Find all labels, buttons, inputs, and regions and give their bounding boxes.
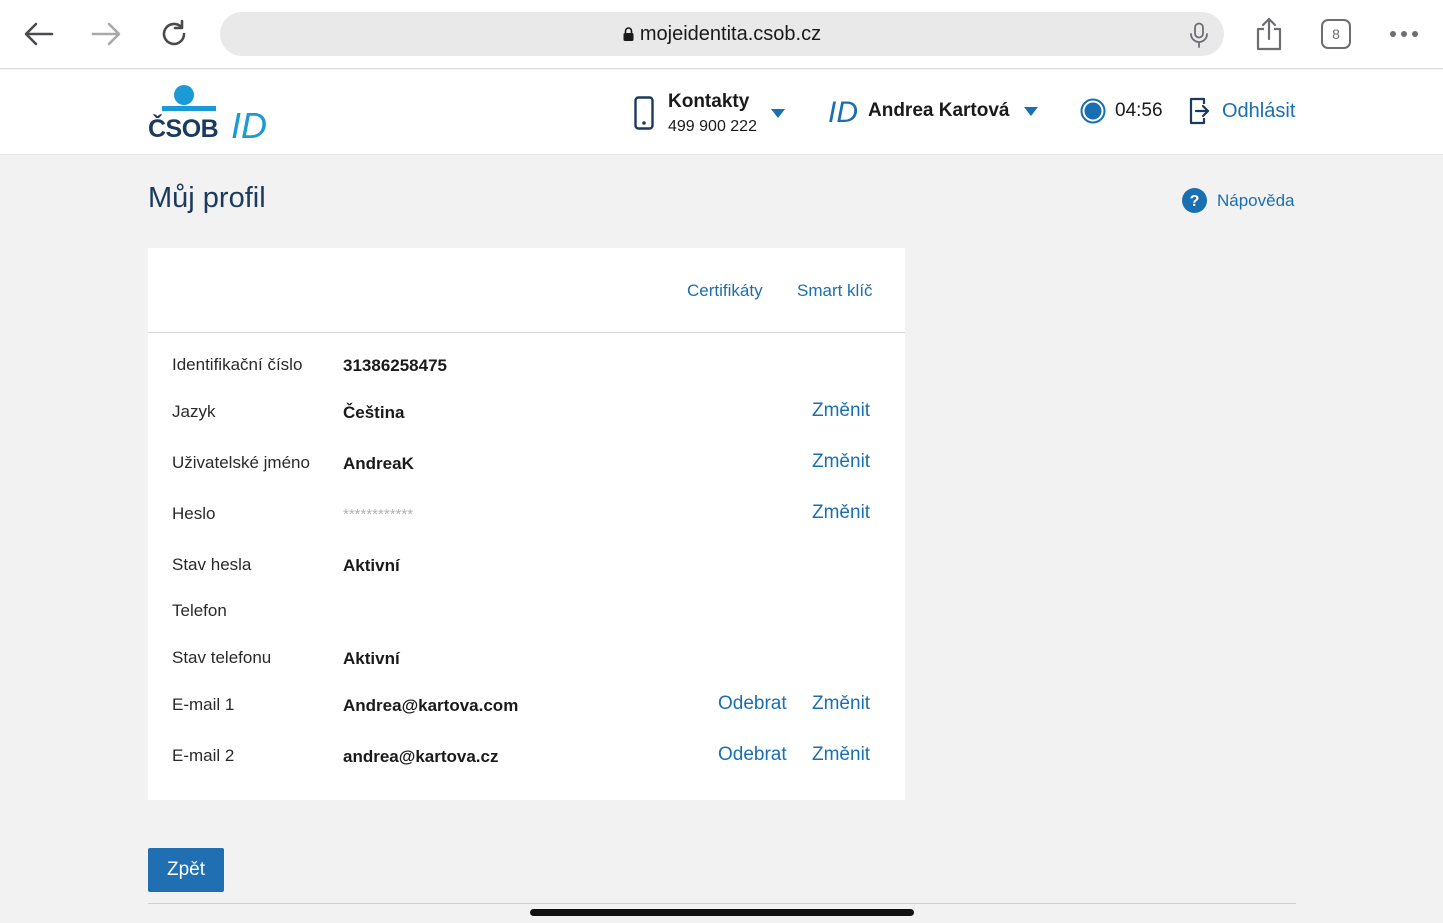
profile-card: Certifikáty Smart klíč Identifikační čís… [148,248,905,800]
contacts-dropdown[interactable]: Kontakty 499 900 222 [634,90,785,136]
row-label: E-mail 2 [172,746,235,765]
url-text: mojeidentita.csob.cz [639,22,822,45]
row-value: Andrea@kartova.com [343,696,519,715]
address-bar[interactable]: mojeidentita.csob.cz [220,12,1224,56]
logout-icon [1189,97,1210,125]
home-indicator[interactable] [530,909,914,916]
change-password-link[interactable]: Změnit [812,502,870,524]
phone-icon [634,96,654,130]
microphone-icon[interactable] [1188,22,1210,53]
profile-row-phone-status: Stav telefonu Aktivní [148,644,905,674]
contacts-label: Kontakty [668,90,750,112]
back-button[interactable]: Zpět [148,848,224,892]
profile-row-email-1: E-mail 1 Andrea@kartova.com Odebrat Změn… [148,691,905,721]
svg-text:ID: ID [828,96,858,126]
tab-smart-key[interactable]: Smart klíč [797,281,873,301]
logout-label: Odhlásit [1222,99,1296,122]
change-username-link[interactable]: Změnit [812,451,870,473]
row-label: Heslo [172,504,216,523]
forward-arrow-icon[interactable] [86,14,126,54]
back-arrow-icon[interactable] [19,14,59,54]
row-label: Jazyk [172,402,216,421]
profile-row-id: Identifikační číslo 31386258475 [148,351,905,381]
site-header: ČSOB ID Kontakty 499 900 222 ID Andrea K… [0,70,1443,155]
change-language-link[interactable]: Změnit [812,400,870,422]
footer-divider [148,903,1296,904]
chevron-down-icon [1023,106,1038,116]
contacts-phone: 499 900 222 [668,117,757,135]
session-timer: 04:56 [1080,98,1163,124]
help-label: Nápověda [1217,190,1295,210]
id-icon: ID [828,96,858,126]
svg-text:ČSOB: ČSOB [148,113,218,142]
share-icon[interactable] [1249,14,1289,54]
tabs-count-button[interactable]: 8 [1321,19,1351,49]
profile-row-password: Heslo ************ Změnit [148,500,905,530]
row-value: AndreaK [343,454,414,473]
timer-value: 04:56 [1115,100,1163,121]
row-value: Aktivní [343,649,400,668]
help-icon: ? [1182,188,1207,213]
profile-row-username: Uživatelské jméno AndreaK Změnit [148,449,905,479]
profile-row-email-2: E-mail 2 andrea@kartova.cz Odebrat Změni… [148,742,905,772]
row-value: andrea@kartova.cz [343,747,499,766]
page-title: Můj profil [148,182,266,214]
row-value: Aktivní [343,556,400,575]
card-tabs: Certifikáty Smart klíč [148,248,905,333]
remove-email-2-link[interactable]: Odebrat [718,744,787,766]
profile-row-language: Jazyk Čeština Změnit [148,398,905,428]
user-menu[interactable]: ID Andrea Kartová [828,96,1038,126]
timer-icon [1080,98,1106,124]
csob-id-logo[interactable]: ČSOB ID [148,84,270,146]
remove-email-1-link[interactable]: Odebrat [718,693,787,715]
row-label: Telefon [172,601,227,620]
change-email-1-link[interactable]: Změnit [812,693,870,715]
row-value: Čeština [343,403,405,422]
lock-icon [623,27,634,41]
browser-toolbar: mojeidentita.csob.cz 8 [0,0,1443,69]
row-value: 31386258475 [343,356,448,375]
change-email-2-link[interactable]: Změnit [812,744,870,766]
more-options-icon[interactable] [1384,14,1424,54]
tab-certificates[interactable]: Certifikáty [687,281,763,301]
row-label: Uživatelské jméno [172,453,310,472]
svg-text:ID: ID [231,105,267,142]
svg-text:?: ? [1190,193,1200,210]
reload-icon[interactable] [154,14,194,54]
row-label: E-mail 1 [172,695,235,714]
user-name: Andrea Kartová [868,100,1010,121]
chevron-down-icon [770,108,785,118]
row-label: Stav hesla [172,555,252,574]
row-label: Identifikační číslo [172,355,303,374]
help-link[interactable]: ? Nápověda [1182,188,1295,213]
logout-button[interactable]: Odhlásit [1188,96,1295,126]
profile-row-password-status: Stav hesla Aktivní [148,551,905,581]
password-mask: ************ [343,506,414,523]
row-label: Stav telefonu [172,648,272,667]
profile-row-phone: Telefon [148,597,905,627]
